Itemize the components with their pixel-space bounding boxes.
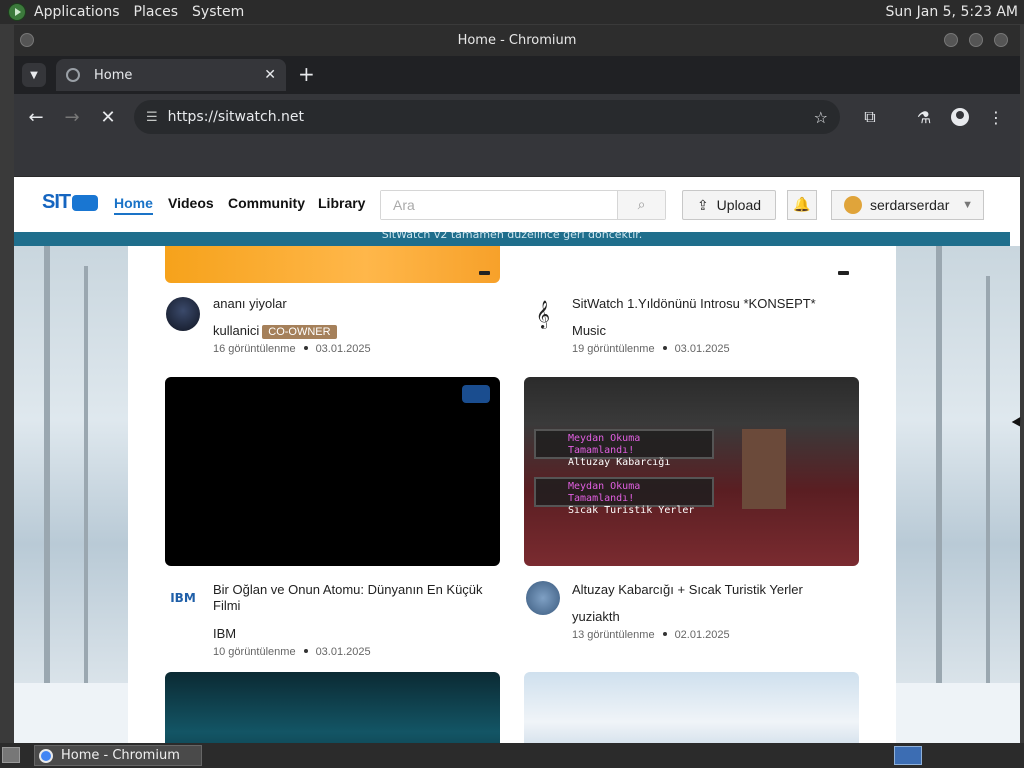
tab-strip: ▼ Home ✕ + [14, 56, 1020, 94]
search-box: ⌕ [380, 190, 666, 220]
video-stats: 19 görüntülenme 03.01.2025 [572, 343, 730, 355]
nav-library[interactable]: Library [318, 195, 365, 211]
extensions-puzzle-icon[interactable]: ⧉ [858, 105, 882, 129]
close-window-icon[interactable] [994, 33, 1008, 47]
new-tab-plus-icon[interactable]: + [298, 64, 315, 84]
video-thumbnail[interactable] [524, 672, 859, 743]
menu-system[interactable]: System [192, 4, 244, 20]
bookmark-bar [14, 140, 1020, 177]
video-thumbnail[interactable] [165, 246, 500, 283]
web-page: SIT Home Videos Community Library ⌕ ⇪ Up… [14, 177, 1020, 743]
video-author[interactable]: kullanici CO-OWNER [213, 323, 337, 339]
stop-loading-icon[interactable]: ✕ [96, 105, 120, 129]
tv-logo-icon [72, 194, 99, 211]
video-grid: ananı yiyolar kullanici CO-OWNER 16 görün… [146, 246, 894, 743]
bell-icon: 🔔 [793, 197, 811, 213]
maximize-icon[interactable] [969, 33, 983, 47]
duration-badge [838, 271, 849, 275]
nav-videos[interactable]: Videos [168, 195, 214, 211]
tab-search-chevron-icon[interactable]: ▼ [22, 63, 46, 87]
chromium-icon [39, 748, 53, 763]
workspace-switcher-icon[interactable] [894, 746, 922, 765]
site-header: SIT Home Videos Community Library ⌕ ⇪ Up… [14, 177, 1020, 232]
search-input[interactable] [381, 191, 617, 219]
video-stats: 13 görüntülenme 02.01.2025 [572, 629, 730, 641]
window-title: Home - Chromium [457, 33, 577, 48]
player-character [742, 429, 786, 509]
video-stats: 16 görüntülenme 03.01.2025 [213, 343, 371, 355]
video-stats: 10 görüntülenme 03.01.2025 [213, 646, 371, 658]
announcement-bar: SitWatch v2 tamamen düzelince geri dönce… [14, 232, 1010, 246]
window-menu-icon[interactable] [20, 33, 34, 47]
video-thumbnail[interactable] [524, 246, 859, 283]
video-title[interactable]: SitWatch 1.Yıldönünü Introsu *KONSEPT* [572, 296, 862, 312]
achievement-toast: Meydan Okuma Tamamlandı! Sıcak Turistik … [534, 477, 714, 516]
menu-applications[interactable]: Applications [34, 4, 120, 20]
ibm-avatar[interactable]: IBM [166, 581, 200, 615]
nav-home[interactable]: Home [114, 195, 153, 215]
upload-label: Upload [716, 197, 762, 213]
video-author[interactable]: yuziakth [572, 609, 620, 624]
show-desktop-icon[interactable] [2, 747, 20, 763]
site-info-icon[interactable]: ☰ [146, 110, 158, 125]
search-icon: ⌕ [637, 197, 646, 213]
minimize-icon[interactable] [944, 33, 958, 47]
address-bar[interactable]: ☰ https://sitwatch.net ☆ [134, 100, 840, 134]
back-arrow-icon[interactable]: ← [24, 105, 48, 129]
video-title[interactable]: ananı yiyolar [213, 296, 493, 312]
browser-window: Home - Chromium ▼ Home ✕ + ← → ✕ ☰ https… [14, 25, 1020, 743]
notifications-button[interactable]: 🔔 [787, 190, 817, 220]
video-author[interactable]: IBM [213, 626, 236, 641]
sitwatch-logo[interactable]: SIT [42, 191, 99, 214]
taskbar-item-chromium[interactable]: Home - Chromium [34, 745, 202, 766]
upload-icon: ⇪ [696, 196, 709, 213]
desktop-top-panel: Applications Places System Sun Jan 5, 5:… [0, 0, 1024, 24]
url-text[interactable]: https://sitwatch.net [168, 109, 304, 125]
user-avatar [844, 196, 862, 214]
channel-avatar[interactable] [526, 581, 560, 615]
distro-logo-icon[interactable] [8, 3, 26, 21]
channel-avatar[interactable] [166, 297, 200, 331]
browser-toolbar: ← → ✕ ☰ https://sitwatch.net ☆ ⧉ ⚗ ⋮ [14, 94, 1020, 140]
co-owner-badge: CO-OWNER [262, 325, 337, 339]
tab-close-icon[interactable]: ✕ [264, 67, 276, 83]
labs-flask-icon[interactable]: ⚗ [912, 105, 936, 129]
desktop-taskbar: Home - Chromium [0, 743, 1024, 768]
clock[interactable]: Sun Jan 5, 5:23 AM [886, 4, 1018, 20]
right-background-image [896, 246, 1020, 743]
username: serdarserdar [870, 197, 950, 213]
window-titlebar[interactable]: Home - Chromium [14, 25, 1020, 56]
video-author[interactable]: Music [572, 323, 606, 338]
tab-home[interactable]: Home ✕ [56, 59, 286, 91]
menu-places[interactable]: Places [134, 4, 179, 20]
achievement-toast: Meydan Okuma Tamamlandı! Altuzay Kabarcı… [534, 429, 714, 468]
video-thumbnail[interactable] [165, 672, 500, 743]
bookmark-star-icon[interactable]: ☆ [814, 108, 828, 127]
tab-title: Home [94, 67, 133, 83]
nav-community[interactable]: Community [228, 195, 305, 211]
video-title[interactable]: Bir Oğlan ve Onun Atomu: Dünyanın En Küç… [213, 582, 493, 614]
profile-icon[interactable] [948, 105, 972, 129]
chevron-down-icon: ▼ [962, 199, 973, 211]
search-button[interactable]: ⌕ [617, 191, 665, 219]
user-menu-button[interactable]: serdarserdar ▼ [831, 190, 984, 220]
upload-button[interactable]: ⇪ Upload [682, 190, 776, 220]
kebab-menu-icon[interactable]: ⋮ [984, 105, 1008, 129]
video-title[interactable]: Altuzay Kabarcığı + Sıcak Turistik Yerle… [572, 582, 862, 598]
loading-favicon-icon [66, 68, 80, 82]
video-thumbnail[interactable] [165, 377, 500, 566]
watermark-logo-icon [462, 385, 490, 403]
left-background-image [14, 246, 128, 743]
video-thumbnail[interactable]: Meydan Okuma Tamamlandı! Altuzay Kabarcı… [524, 377, 859, 566]
forward-arrow-icon[interactable]: → [60, 105, 84, 129]
duration-badge [479, 271, 490, 275]
music-note-icon[interactable]: 𝄞 [526, 297, 560, 331]
